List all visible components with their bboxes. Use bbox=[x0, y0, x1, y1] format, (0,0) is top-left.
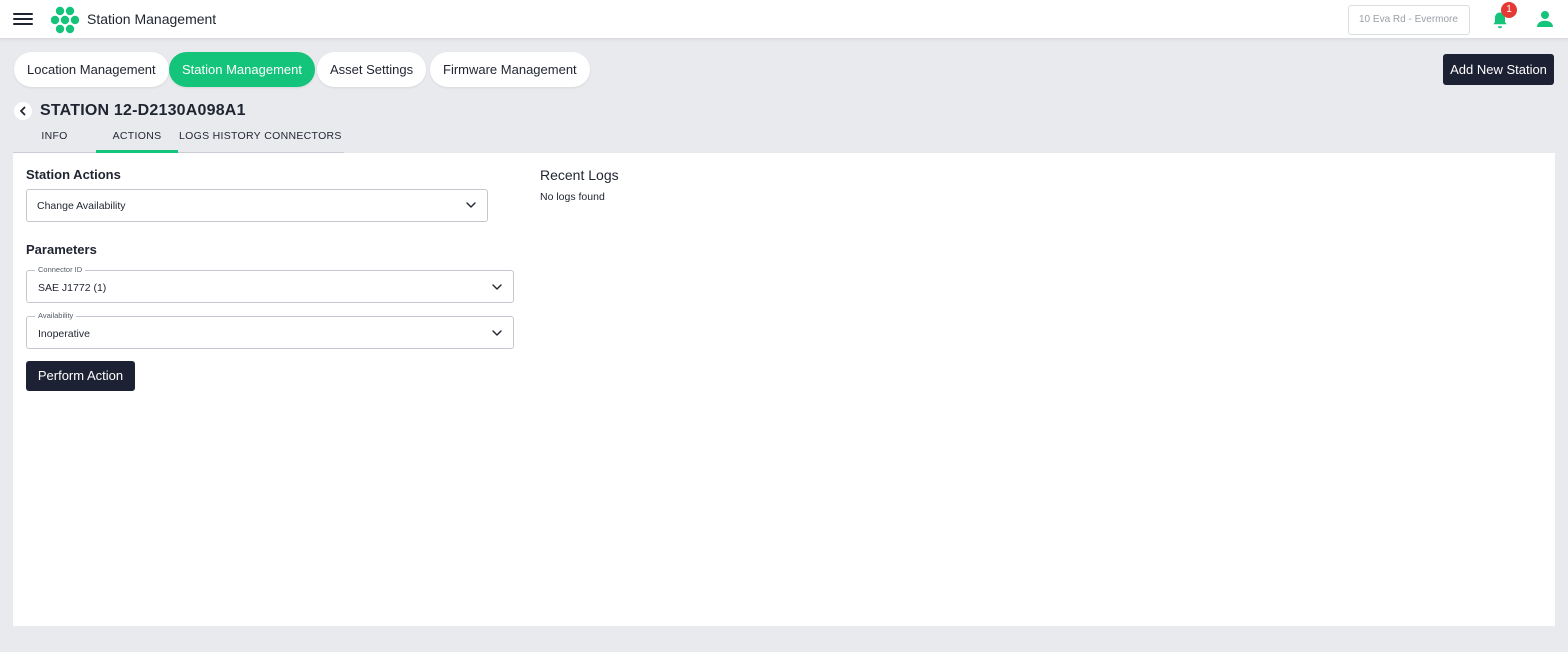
connector-id-label: Connector ID bbox=[35, 265, 86, 274]
parameters-title: Parameters bbox=[26, 242, 97, 257]
action-select-value: Change Availability bbox=[37, 200, 126, 212]
notification-badge: 1 bbox=[1501, 2, 1517, 18]
tab-info[interactable]: INFO bbox=[13, 124, 96, 153]
tab-connectors[interactable]: CONNECTORS bbox=[262, 124, 344, 153]
chevron-left-icon bbox=[20, 106, 26, 116]
back-button[interactable] bbox=[14, 102, 32, 120]
tab-actions[interactable]: ACTIONS bbox=[96, 124, 178, 153]
logo-icon bbox=[51, 6, 79, 34]
nav-asset-settings[interactable]: Asset Settings bbox=[317, 52, 427, 87]
chevron-down-icon bbox=[492, 330, 502, 336]
actions-panel bbox=[13, 153, 1555, 626]
location-selector[interactable]: 10 Eva Rd - Evermore bbox=[1348, 5, 1470, 35]
nav-station-management[interactable]: Station Management bbox=[169, 52, 315, 87]
top-bar: Station Management 10 Eva Rd - Evermore … bbox=[0, 0, 1568, 39]
availability-select[interactable]: Availability Inoperative bbox=[26, 311, 514, 349]
user-icon[interactable] bbox=[1536, 10, 1554, 28]
action-select[interactable]: Change Availability bbox=[26, 189, 488, 222]
logs-empty-message: No logs found bbox=[540, 191, 605, 203]
perform-action-button[interactable]: Perform Action bbox=[26, 361, 135, 391]
connector-id-value: SAE J1772 (1) bbox=[38, 282, 107, 294]
station-title: STATION 12-D2130A098A1 bbox=[40, 102, 246, 119]
tab-logs-history[interactable]: LOGS HISTORY bbox=[178, 124, 262, 153]
recent-logs-title: Recent Logs bbox=[540, 167, 619, 183]
chevron-down-icon bbox=[466, 202, 476, 208]
nav-firmware-management[interactable]: Firmware Management bbox=[430, 52, 590, 87]
add-new-station-button[interactable]: Add New Station bbox=[1443, 54, 1554, 85]
app-title: Station Management bbox=[87, 11, 217, 27]
chevron-down-icon bbox=[492, 284, 502, 290]
availability-label: Availability bbox=[35, 311, 77, 320]
connector-id-select[interactable]: Connector ID SAE J1772 (1) bbox=[26, 265, 514, 303]
menu-icon[interactable] bbox=[13, 10, 33, 28]
availability-value: Inoperative bbox=[38, 328, 90, 340]
nav-location-management[interactable]: Location Management bbox=[14, 52, 169, 87]
station-tabs: INFO ACTIONS LOGS HISTORY CONNECTORS bbox=[13, 124, 344, 153]
station-actions-title: Station Actions bbox=[26, 167, 121, 182]
